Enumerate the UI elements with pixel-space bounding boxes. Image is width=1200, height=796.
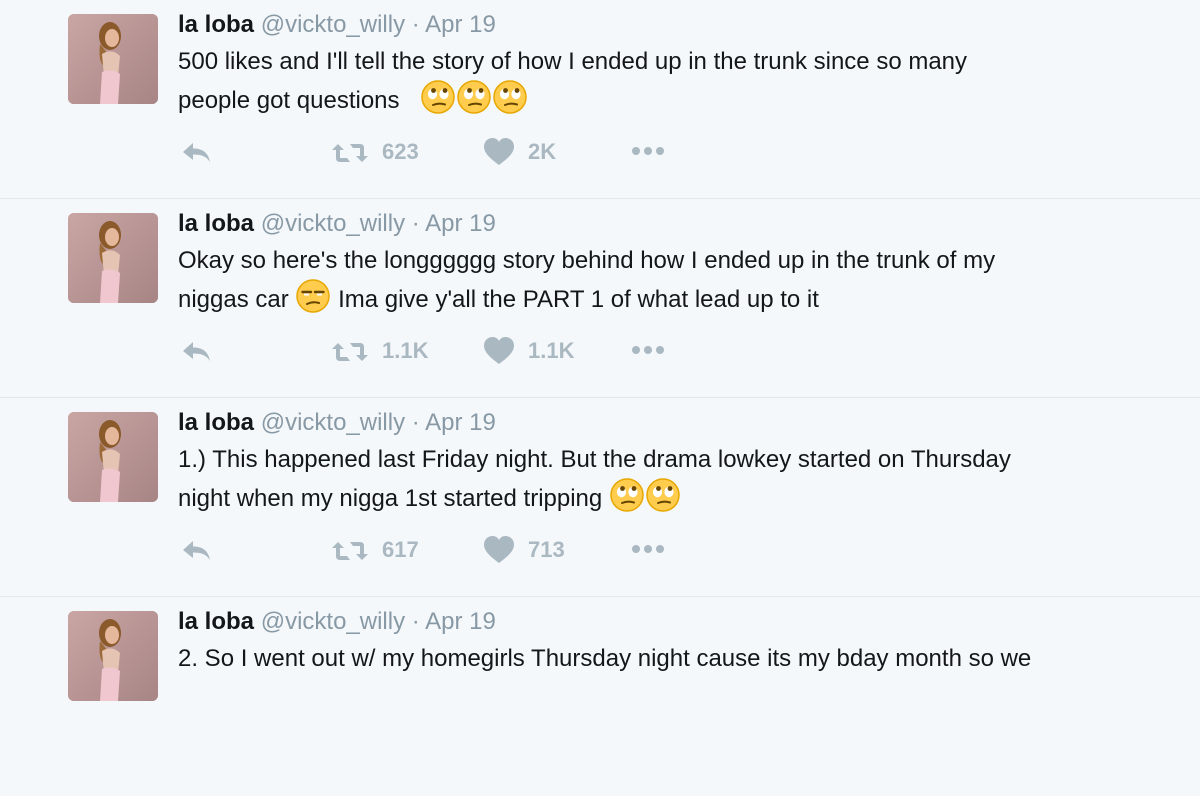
tweet-text-line: 1.) This happened last Friday night. But… [178,446,1011,473]
avatar[interactable] [68,14,158,104]
like-count: 1.1K [528,338,575,363]
tweet-header: la loba @vickto_willy · Apr 19 [178,607,496,637]
tweet-text-segment: night when my nigga 1st started tripping [178,485,603,512]
more-button[interactable] [632,134,668,170]
tweet[interactable]: la loba @vickto_willy · Apr 19 Okay so h… [0,199,1200,398]
more-button[interactable] [632,333,668,369]
timestamp[interactable]: Apr 19 [425,409,496,436]
tweet-text-line: Okay so here's the longggggg story behin… [178,247,996,274]
heart-icon [484,337,514,364]
display-name[interactable]: la loba [178,210,254,237]
tweet[interactable]: la loba @vickto_willy · Apr 19 1.) This … [0,398,1200,597]
username[interactable]: @vickto_willy [261,11,405,38]
tweet-text-line: 500 likes and I'll tell the story of how… [178,48,968,75]
tweet-text-line: 2. So I went out w/ my homegirls Thursda… [178,645,1032,672]
tweet-actions: 1.1K 1.1K [0,333,1200,369]
avatar-image [68,14,158,104]
username[interactable]: @vickto_willy [261,210,405,237]
display-name[interactable]: la loba [178,608,254,635]
avatar[interactable] [68,412,158,502]
separator: · [411,409,420,436]
like-count: 2K [528,139,557,164]
more-icon [632,147,664,155]
face-with-rolling-eyes-emoji-icon [609,478,644,512]
avatar-image [68,213,158,303]
avatar[interactable] [68,213,158,303]
tweet-text: 500 likes and I'll tell the story of how… [178,44,1138,119]
reply-button[interactable] [180,134,212,170]
retweet-button[interactable]: 617 [332,532,419,568]
reply-button[interactable] [180,333,212,369]
reply-button[interactable] [180,532,212,568]
username[interactable]: @vickto_willy [261,608,405,635]
more-icon [632,545,664,553]
separator: · [411,11,420,38]
retweet-count: 617 [382,537,419,562]
display-name[interactable]: la loba [178,409,254,436]
tweet[interactable]: la loba @vickto_willy · Apr 19 2. So I w… [0,597,1200,796]
face-with-rolling-eyes-emoji-icon [645,478,680,512]
tweet-text-segment: Ima give y'all the PART 1 of what lead u… [338,286,819,313]
like-button[interactable]: 713 [484,532,565,568]
retweet-button[interactable]: 1.1K [332,333,428,369]
tweet-text-line-with-emoji: night when my nigga 1st started tripping [178,478,1138,517]
avatar-image [68,412,158,502]
like-button[interactable]: 2K [484,134,556,170]
reply-icon [183,342,210,361]
separator: · [411,210,420,237]
retweet-icon [332,343,368,361]
unamused-face-emoji-icon [296,279,331,313]
timeline: la loba @vickto_willy · Apr 19 500 likes… [0,0,1200,701]
timestamp[interactable]: Apr 19 [425,210,496,237]
tweet-actions: 617 713 [0,532,1200,568]
separator: · [411,608,420,635]
reply-icon [183,541,210,560]
more-button[interactable] [632,532,668,568]
retweet-icon [332,144,368,162]
username[interactable]: @vickto_willy [261,409,405,436]
tweet-text: Okay so here's the longggggg story behin… [178,243,1138,318]
tweet-text-line-with-emoji: people got questions [178,80,1138,119]
reply-icon [183,143,210,162]
tweet[interactable]: la loba @vickto_willy · Apr 19 500 likes… [0,0,1200,199]
avatar[interactable] [68,611,158,701]
face-with-rolling-eyes-emoji-icon [420,80,455,114]
timestamp[interactable]: Apr 19 [425,11,496,38]
tweet-header: la loba @vickto_willy · Apr 19 [178,209,496,239]
avatar-image [68,611,158,701]
retweet-count: 1.1K [382,338,429,363]
tweet-header: la loba @vickto_willy · Apr 19 [178,408,496,438]
tweet-text: 2. So I went out w/ my homegirls Thursda… [178,641,1138,677]
timestamp[interactable]: Apr 19 [425,608,496,635]
tweet-text: 1.) This happened last Friday night. But… [178,442,1138,517]
tweet-text-segment: people got questions [178,87,400,114]
face-with-rolling-eyes-emoji-icon [492,80,527,114]
retweet-icon [332,542,368,560]
retweet-count: 623 [382,139,419,164]
face-with-rolling-eyes-emoji-icon [456,80,491,114]
tweet-text-line-with-emoji: niggas car Ima give y'all the PART 1 of … [178,279,1138,318]
like-count: 713 [528,537,565,562]
display-name[interactable]: la loba [178,11,254,38]
tweet-actions: 623 2K [0,134,1200,170]
like-button[interactable]: 1.1K [484,333,574,369]
more-icon [632,346,664,354]
heart-icon [484,536,514,563]
tweet-text-segment: niggas car [178,286,289,313]
tweet-header: la loba @vickto_willy · Apr 19 [178,10,496,40]
heart-icon [484,138,514,165]
retweet-button[interactable]: 623 [332,134,419,170]
